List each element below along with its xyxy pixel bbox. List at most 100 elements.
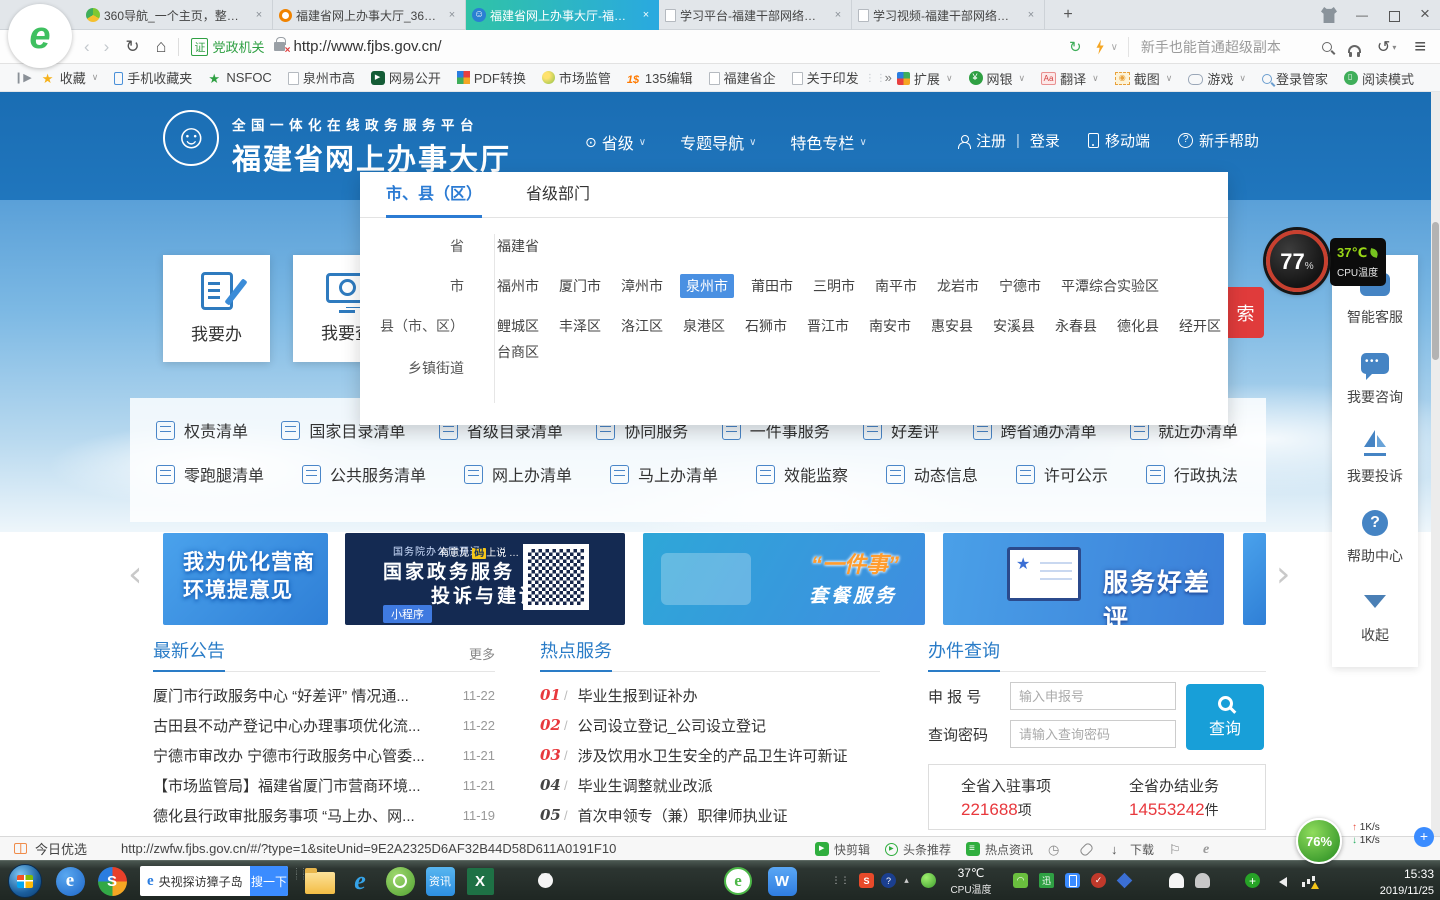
help-link[interactable]: 新手帮助	[1199, 130, 1259, 151]
county-item[interactable]: 南安市	[866, 314, 914, 338]
application-number-input[interactable]	[1010, 682, 1176, 710]
taskbar-360-safe[interactable]	[94, 864, 130, 898]
browser-tab[interactable]: 福建省网上办事大厅-福建政务服 ×	[466, 0, 659, 30]
url-text[interactable]: http://www.fjbs.gov.cn/	[293, 38, 441, 55]
bookmark-item[interactable]: 手机收藏夹	[114, 68, 192, 87]
service-link[interactable]: 动态信息	[886, 462, 978, 486]
close-icon[interactable]	[1418, 7, 1434, 23]
tab-close-icon[interactable]: ×	[831, 9, 845, 21]
add-widget-button[interactable]: +	[1414, 827, 1434, 847]
back-icon[interactable]: ‹	[84, 37, 90, 57]
tab-close-icon[interactable]: ×	[252, 9, 266, 21]
refresh-icon[interactable]	[125, 37, 139, 57]
bookmark-item[interactable]: 135编辑	[627, 68, 693, 87]
sidebar-action[interactable]: 我要投诉	[1332, 428, 1418, 508]
search-suggestion[interactable]: 新手也能首通超级副本	[1128, 37, 1306, 57]
taskbar-search-text[interactable]: 央视探访獐子岛	[159, 873, 250, 890]
hot-service-item[interactable]: 02 / 公司设立登记_公司设立登记	[540, 710, 880, 740]
hot-service-item[interactable]: 04 / 毕业生调整就业改派	[540, 770, 880, 800]
taskbar-360-browser-green[interactable]	[720, 864, 756, 898]
browser-tab[interactable]: 福建省网上办事大厅_360搜索 ×	[273, 0, 466, 30]
banner-partial[interactable]	[1243, 533, 1266, 625]
tray-green-ball-icon[interactable]	[921, 873, 936, 888]
extension-item[interactable]: 扩展	[897, 69, 953, 88]
service-link[interactable]: 权责清单	[156, 418, 248, 442]
bookmark-item[interactable]: 网易公开	[371, 68, 441, 87]
query-password-input[interactable]	[1010, 720, 1176, 748]
banner-complaints-mini-program[interactable]: 国务院办公厅开通 国家政务服务 投诉与建议 小程序 有意见 码上说 …	[345, 533, 625, 625]
home-icon[interactable]	[156, 36, 167, 57]
city-item[interactable]: 厦门市	[556, 274, 604, 298]
extension-item[interactable]: 网银	[969, 69, 1026, 88]
clock[interactable]: 15:332019/11/25	[1362, 866, 1434, 899]
taskbar-360-browser[interactable]	[52, 864, 88, 898]
province-item[interactable]: 福建省	[494, 234, 542, 258]
tab-close-icon[interactable]: ×	[639, 9, 653, 21]
city-item[interactable]: 三明市	[810, 274, 858, 298]
extension-item[interactable]: 翻译	[1041, 69, 1099, 88]
tray-person-icon[interactable]	[1195, 873, 1210, 888]
status-tool[interactable]	[1048, 842, 1067, 856]
tab-close-icon[interactable]: ×	[1024, 9, 1038, 21]
tray-gem-icon[interactable]	[1117, 873, 1132, 888]
tray-phone-icon[interactable]	[1065, 873, 1080, 888]
county-item[interactable]: 洛江区	[618, 314, 666, 338]
bookmark-item[interactable]: 收藏	[42, 68, 99, 87]
status-tool[interactable]: 下载	[1111, 841, 1154, 858]
scrollbar-thumb[interactable]	[1432, 222, 1439, 360]
minimize-icon[interactable]	[1355, 7, 1371, 23]
county-item[interactable]: 永春县	[1052, 314, 1100, 338]
site-logo-icon[interactable]	[163, 110, 219, 166]
county-item[interactable]: 德化县	[1114, 314, 1162, 338]
sidebar-action[interactable]: 我要咨询	[1332, 349, 1418, 429]
site-search-button[interactable]: 索	[1227, 287, 1264, 338]
tab-close-icon[interactable]: ×	[445, 9, 459, 21]
undo-icon[interactable]	[1377, 37, 1390, 57]
nav-item[interactable]: 专题导航	[680, 130, 756, 154]
service-link[interactable]: 零跑腿清单	[156, 462, 264, 486]
speed-ball[interactable]: 76%	[1296, 818, 1342, 864]
extension-item[interactable]: 游戏	[1188, 69, 1246, 88]
bookmark-item[interactable]: PDF转换	[457, 68, 526, 87]
service-link[interactable]: 许可公示	[1016, 462, 1108, 486]
county-item[interactable]: 晋江市	[804, 314, 852, 338]
tray-wifi-icon[interactable]: ◠	[1013, 873, 1028, 888]
banner-business-env[interactable]: 我为优化营商环境提意见	[163, 533, 328, 625]
service-link[interactable]: 公共服务清单	[302, 462, 426, 486]
hot-service-item[interactable]: 01 / 毕业生报到证补办	[540, 680, 880, 710]
start-button[interactable]	[8, 864, 42, 898]
network-icon[interactable]	[1301, 873, 1316, 888]
tray-cat-icon[interactable]	[538, 873, 553, 888]
page-scrollbar[interactable]	[1431, 92, 1440, 836]
taskbar-news-app[interactable]: 资讯	[422, 864, 458, 898]
carousel-prev-icon[interactable]: ‹	[128, 554, 142, 595]
announcement-item[interactable]: 德化县行政审批服务事项 “马上办、网... 11-19	[153, 800, 495, 830]
status-tool[interactable]: 头条推荐	[885, 841, 951, 858]
browser-tab[interactable]: 学习视频-福建干部网络学院 ×	[852, 0, 1045, 30]
status-tool[interactable]	[1203, 842, 1222, 856]
bookmark-item[interactable]: 关于印发	[792, 68, 859, 87]
taskbar-explorer[interactable]	[302, 864, 338, 898]
extension-item[interactable]: 登录管家	[1262, 69, 1328, 88]
extension-item[interactable]: 截图	[1115, 69, 1173, 88]
taskbar-wps[interactable]	[764, 864, 800, 898]
tray-caret-icon[interactable]: ▴	[899, 873, 914, 888]
city-item[interactable]: 泉州市	[680, 274, 734, 298]
county-item[interactable]: 台商区	[494, 340, 542, 364]
hot-service-item[interactable]: 05 / 首次申领专（兼）职律师执业证	[540, 800, 880, 830]
taskbar-ie[interactable]	[342, 864, 378, 898]
status-tool[interactable]	[1082, 843, 1096, 856]
county-item[interactable]: 丰泽区	[556, 314, 604, 338]
tray-add-icon[interactable]: +	[1245, 873, 1260, 888]
service-link[interactable]: 行政执法	[1146, 462, 1238, 486]
nav-item[interactable]: 特色专栏	[790, 130, 866, 154]
chevron-down-icon[interactable]: ∨	[1111, 42, 1118, 53]
service-link[interactable]: 效能监察	[756, 462, 848, 486]
banner-service-rating[interactable]: 服务好差评	[943, 533, 1224, 625]
county-item[interactable]: 泉港区	[680, 314, 728, 338]
banner-one-thing-package[interactable]: “一件事” 套餐服务	[643, 533, 925, 625]
insecure-lock-icon[interactable]	[274, 42, 285, 51]
city-item[interactable]: 莆田市	[748, 274, 796, 298]
search-icon[interactable]	[1322, 42, 1332, 52]
tray-s-icon[interactable]: S	[859, 873, 874, 888]
